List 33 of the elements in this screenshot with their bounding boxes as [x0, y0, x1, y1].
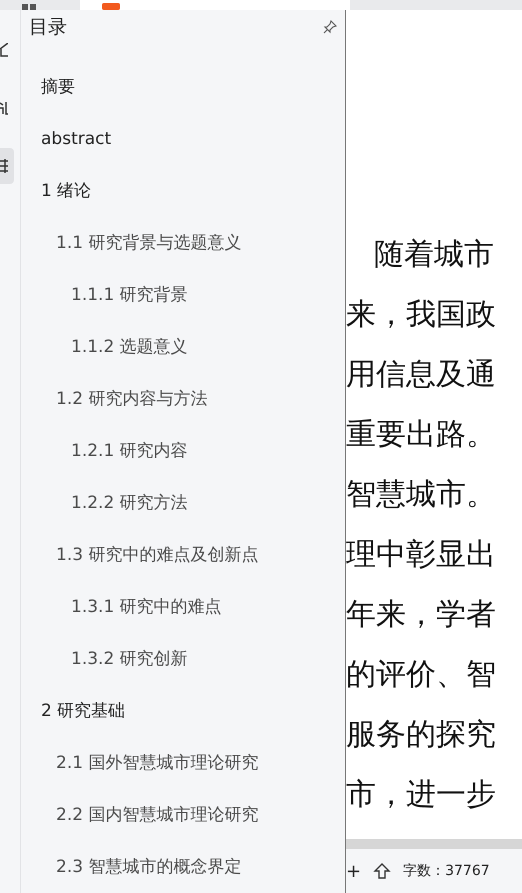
toc-item[interactable]: 1.3.1 研究中的难点	[21, 581, 345, 633]
document-text: 随着城市	[373, 236, 495, 274]
toc-item[interactable]: 1.2.2 研究方法	[21, 477, 345, 529]
toc-item[interactable]: 1 绪论	[21, 165, 345, 217]
toc-item[interactable]: abstract	[21, 113, 345, 165]
toc-item[interactable]: 1.1.1 研究背景	[21, 269, 345, 321]
document-text: 市，进一步	[346, 776, 497, 814]
toc-item[interactable]: 1.1 研究背景与选题意义	[21, 217, 345, 269]
toc-item[interactable]: 2.1 国外智慧城市理论研究	[21, 737, 345, 789]
toc-item[interactable]: 2.2 国内智慧城市理论研究	[21, 789, 345, 841]
document-text: 理中彰显出	[346, 536, 497, 574]
app-icon	[102, 3, 120, 10]
document-text: 来，我国政	[346, 296, 497, 334]
panel-title: 目录	[29, 14, 67, 40]
toc-item[interactable]: 摘要	[21, 61, 345, 113]
toc-item[interactable]: 2.3 智慧城市的概念界定	[21, 841, 345, 893]
word-count: 字数：37767	[403, 862, 490, 880]
document-text: 智慧城市。	[346, 476, 497, 514]
toc-item[interactable]: 1.3 研究中的难点及创新点	[21, 529, 345, 581]
toc-item[interactable]: 1.1.2 选题意义	[21, 321, 345, 373]
document-text: 用信息及通	[346, 356, 497, 394]
toc-item[interactable]: 1.2.1 研究内容	[21, 425, 345, 477]
grid-icon	[22, 4, 36, 10]
toc-item[interactable]: 1.3.2 研究创新	[21, 633, 345, 685]
toc-item[interactable]: 1.2 研究内容与方法	[21, 373, 345, 425]
toc-item[interactable]: 2 研究基础	[21, 685, 345, 737]
zoom-in-button[interactable]: +	[346, 860, 362, 882]
scrollbar[interactable]	[346, 839, 522, 849]
document-text: 年来，学者	[346, 596, 497, 634]
pin-icon[interactable]	[323, 20, 337, 34]
document-text: 服务的探究	[346, 716, 497, 754]
document-text: 的评价、智	[346, 656, 497, 694]
document-text: 重要出路。	[346, 416, 497, 454]
